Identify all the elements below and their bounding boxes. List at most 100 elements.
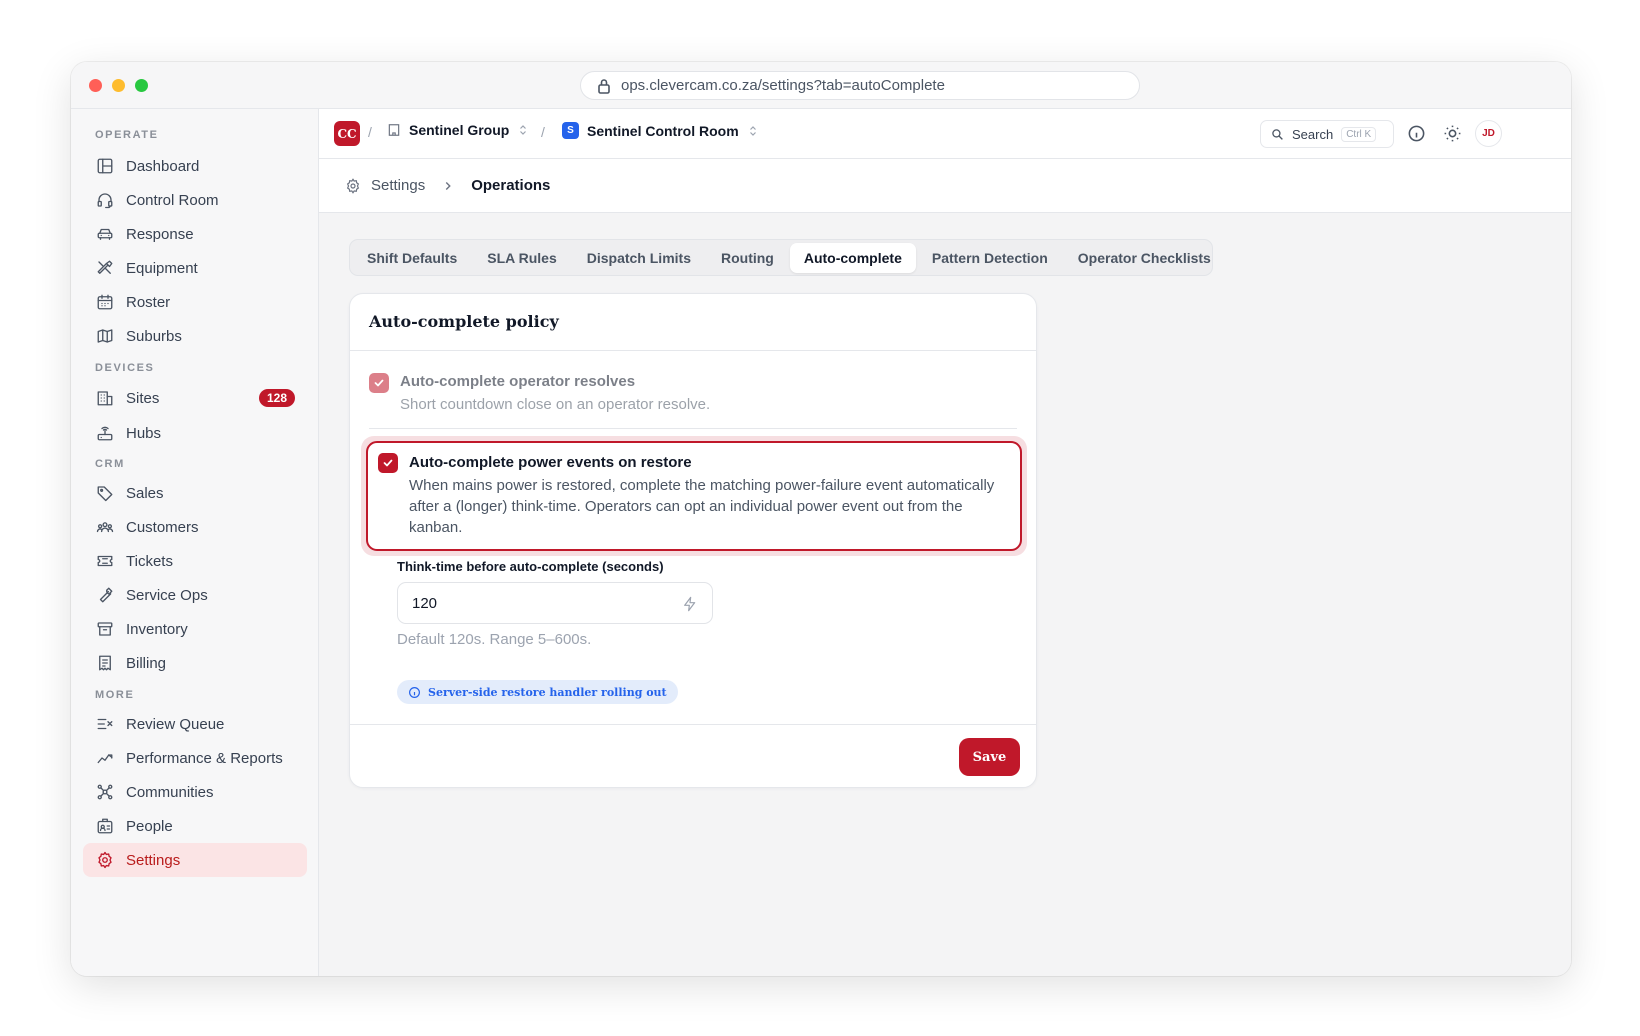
car-icon (97, 228, 113, 240)
archive-icon (97, 622, 113, 636)
divider (350, 350, 1036, 351)
option-description: Short countdown close on an operator res… (400, 396, 711, 413)
sidebar-item-roster[interactable]: Roster (83, 285, 307, 319)
sidebar-item-label: Settings (126, 851, 181, 869)
lock-icon (598, 78, 610, 94)
save-button[interactable]: Save (959, 738, 1020, 776)
bolt-icon (684, 596, 696, 612)
sidebar-item-label: Performance & Reports (126, 749, 283, 767)
receipt-icon (99, 655, 111, 671)
sidebar-item-hubs[interactable]: Hubs (83, 416, 307, 450)
rollout-info-pill: Server-side restore handler rolling out (397, 680, 678, 704)
sidebar-item-billing[interactable]: Billing (83, 646, 307, 680)
url-text: ops.clevercam.co.za/settings?tab=autoCom… (621, 77, 945, 94)
sidebar-item-label: Roster (126, 293, 171, 311)
address-bar[interactable]: ops.clevercam.co.za/settings?tab=autoCom… (580, 71, 1140, 100)
option-description: When mains power is restored, complete t… (409, 477, 995, 536)
sidebar-item-label: Response (126, 225, 194, 243)
headset-icon (97, 193, 113, 209)
sidebar-item-response[interactable]: Response (83, 217, 307, 251)
option-title: Auto-complete power events on restore (409, 454, 692, 471)
think-time-value: 120 (412, 594, 438, 612)
sidebar-item-label: Hubs (126, 424, 162, 442)
search-button[interactable]: Search Ctrl K (1260, 120, 1394, 148)
sidebar-item-label: Dashboard (126, 157, 200, 175)
card-title: Auto-complete policy (369, 312, 559, 331)
info-pill-text: Server-side restore handler rolling out (428, 685, 667, 699)
sidebar-item-customers[interactable]: Customers (83, 510, 307, 544)
room-switcher[interactable]: S Sentinel Control Room (562, 122, 759, 139)
sidebar-item-label: Equipment (126, 259, 198, 277)
close-window-button[interactable] (89, 79, 102, 92)
sidebar-item-control-room[interactable]: Control Room (83, 183, 307, 217)
power-events-checkbox[interactable] (378, 453, 398, 473)
sidebar-item-people[interactable]: People (83, 809, 307, 843)
tools-icon (97, 260, 113, 274)
sidebar-item-suburbs[interactable]: Suburbs (83, 319, 307, 353)
section-label-crm: CRM (95, 458, 125, 470)
option-title: Auto-complete operator resolves (400, 373, 636, 390)
main-content: Shift Defaults SLA Rules Dispatch Limits… (319, 213, 1571, 976)
breadcrumb-current: Operations (471, 177, 551, 194)
think-time-input[interactable]: 120 (397, 582, 713, 624)
chevron-right-icon (445, 181, 451, 190)
breadcrumb: Settings Operations (319, 159, 1571, 213)
sidebar-item-equipment[interactable]: Equipment (83, 251, 307, 285)
auto-complete-policy-card: Auto-complete policy Auto-complete opera… (349, 293, 1037, 788)
maximize-window-button[interactable] (135, 79, 148, 92)
sidebar-item-service-ops[interactable]: Service Ops (83, 578, 307, 612)
divider (350, 724, 1036, 725)
trend-icon (97, 754, 113, 764)
browser-window: ops.clevercam.co.za/settings?tab=autoCom… (71, 62, 1571, 976)
sidebar-item-settings[interactable]: Settings (83, 843, 307, 877)
breadcrumb-settings-link[interactable]: Settings (371, 177, 425, 194)
sidebar-item-communities[interactable]: Communities (83, 775, 307, 809)
users-icon (96, 522, 114, 533)
sidebar-item-performance-reports[interactable]: Performance & Reports (83, 741, 307, 775)
sidebar-item-review-queue[interactable]: Review Queue (83, 707, 307, 741)
sidebar: OPERATE Dashboard Control Room Response … (71, 109, 319, 976)
wrench-icon (99, 587, 113, 603)
tab-routing[interactable]: Routing (707, 243, 788, 273)
think-time-help: Default 120s. Range 5–600s. (397, 631, 592, 648)
minimize-window-button[interactable] (112, 79, 125, 92)
info-icon[interactable] (1407, 124, 1426, 143)
sidebar-item-label: Sales (126, 484, 164, 502)
sidebar-item-label: Customers (126, 518, 199, 536)
check-icon (374, 379, 384, 387)
sidebar-item-label: Inventory (126, 620, 188, 638)
building-icon (97, 391, 113, 406)
crumb-separator: / (541, 124, 545, 140)
sidebar-item-label: Control Room (126, 191, 219, 209)
sidebar-item-sales[interactable]: Sales (83, 476, 307, 510)
building-icon (388, 124, 400, 136)
gear-icon (98, 851, 112, 869)
theme-sun-icon[interactable] (1443, 124, 1462, 143)
info-icon (409, 686, 420, 698)
sidebar-item-label: Communities (126, 783, 214, 801)
tab-pattern-detection[interactable]: Pattern Detection (918, 243, 1062, 273)
sidebar-item-label: Tickets (126, 552, 173, 570)
search-shortcut: Ctrl K (1341, 126, 1377, 142)
tab-dispatch-limits[interactable]: Dispatch Limits (573, 243, 705, 273)
tab-auto-complete[interactable]: Auto-complete (789, 242, 916, 273)
group-switcher[interactable]: Sentinel Group (387, 122, 529, 138)
sidebar-item-dashboard[interactable]: Dashboard (83, 149, 307, 183)
dashboard-icon (97, 158, 113, 174)
user-avatar[interactable]: JD (1475, 120, 1502, 147)
sidebar-item-label: Billing (126, 654, 167, 672)
check-icon (383, 459, 393, 467)
think-time-label: Think-time before auto-complete (seconds… (397, 559, 664, 574)
sidebar-item-label: People (126, 817, 173, 835)
browser-titlebar: ops.clevercam.co.za/settings?tab=autoCom… (71, 62, 1571, 109)
room-name: Sentinel Control Room (587, 122, 739, 139)
sidebar-item-sites[interactable]: Sites 128 (83, 381, 307, 415)
tab-operator-checklists[interactable]: Operator Checklists (1064, 243, 1225, 273)
sidebar-item-label: Service Ops (126, 586, 208, 604)
tab-sla-rules[interactable]: SLA Rules (473, 243, 571, 273)
tab-shift-defaults[interactable]: Shift Defaults (353, 243, 471, 273)
operator-resolves-checkbox[interactable] (369, 373, 389, 393)
sidebar-item-inventory[interactable]: Inventory (83, 612, 307, 646)
sidebar-item-tickets[interactable]: Tickets (83, 544, 307, 578)
org-logo[interactable]: CC (334, 121, 360, 146)
